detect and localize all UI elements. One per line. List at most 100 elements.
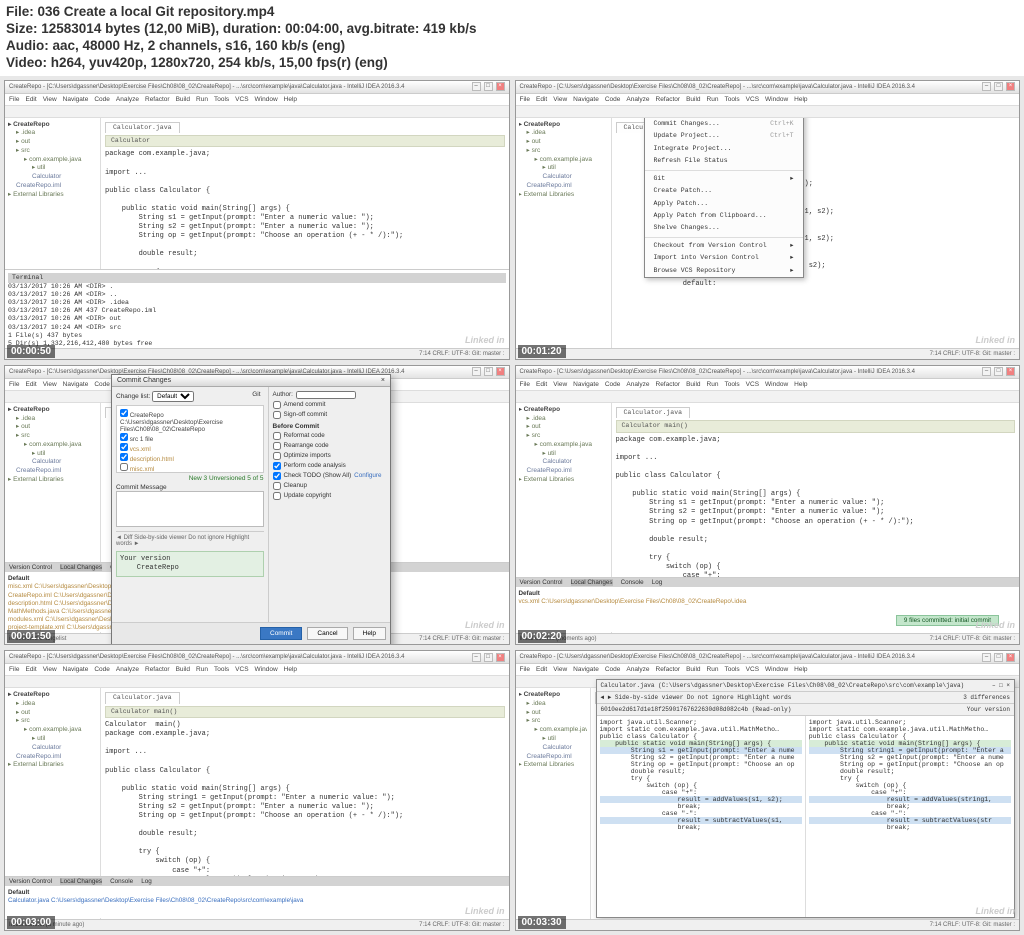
tree-item[interactable]: ▸ com.example.java <box>8 726 97 735</box>
maximize-button[interactable]: □ <box>484 653 493 662</box>
menu-item[interactable]: File <box>520 666 530 673</box>
project-tree[interactable]: ▸ CreateRepo▸ .idea▸ out▸ src▸ com.examp… <box>516 118 612 359</box>
tree-item[interactable]: ▸ External Libraries <box>519 476 608 485</box>
tree-item[interactable]: ▸ com.example.java <box>519 441 608 450</box>
tree-item[interactable]: ▸ out <box>8 709 97 718</box>
menu-item[interactable]: Build <box>686 666 700 673</box>
menu-item[interactable]: Refresh File Status <box>645 155 803 167</box>
menu-item[interactable]: Code <box>94 666 110 673</box>
menu-item[interactable]: Tools <box>724 96 739 103</box>
before-commit-option[interactable]: Rearrange code <box>273 442 386 450</box>
menu-item[interactable]: Run <box>707 96 719 103</box>
menu-item[interactable]: Navigate <box>573 381 599 388</box>
commit-file-item[interactable]: src 1 file <box>120 433 260 443</box>
vc-tab[interactable]: Console <box>110 878 133 885</box>
tree-item[interactable]: ▸ util <box>519 450 608 459</box>
commit-button[interactable]: Commit <box>260 627 302 640</box>
menu-item[interactable]: Analyze <box>116 666 139 673</box>
menu-item[interactable]: Refactor <box>145 666 170 673</box>
close-button[interactable]: × <box>496 653 505 662</box>
maximize-button[interactable]: □ <box>994 82 1003 91</box>
before-commit-option[interactable]: Optimize imports <box>273 452 386 460</box>
menu-item[interactable]: VCS <box>746 96 759 103</box>
tree-item[interactable]: ▸ External Libraries <box>8 191 97 200</box>
menu-item[interactable]: VCS <box>746 381 759 388</box>
commit-message-input[interactable] <box>116 491 264 527</box>
tree-item[interactable]: Calculator <box>8 173 97 182</box>
menu-item[interactable]: File <box>9 666 19 673</box>
tree-item[interactable]: CreateRepo.iml <box>519 467 608 476</box>
menu-item[interactable]: Update Project...Ctrl+T <box>645 130 803 142</box>
menu-item[interactable]: Window <box>765 96 788 103</box>
tree-item[interactable]: ▸ util <box>8 735 97 744</box>
tree-item[interactable]: ▸ com.example.java <box>519 726 587 735</box>
menu-item[interactable]: Checkout from Version Control▸ <box>645 240 803 252</box>
maximize-button[interactable]: □ <box>994 367 1003 376</box>
menu-item[interactable]: Refactor <box>656 381 681 388</box>
menu-item[interactable]: VCS <box>235 96 248 103</box>
commit-file-item[interactable]: vcs.xml <box>120 443 260 453</box>
menu-item[interactable]: Analyze <box>626 666 649 673</box>
menu-item[interactable]: Build <box>686 381 700 388</box>
before-commit-option[interactable]: Update copyright <box>273 492 386 500</box>
menu-item[interactable]: Code <box>94 381 110 388</box>
changelist-select[interactable]: Default <box>152 391 194 402</box>
commit-file-item[interactable]: misc.xml <box>120 463 260 473</box>
menu-item[interactable]: View <box>553 381 567 388</box>
minimize-button[interactable]: – <box>982 82 991 91</box>
tree-item[interactable]: ▸ .idea <box>8 700 97 709</box>
version-control-panel[interactable]: Version ControlLocal ChangesConsoleLog D… <box>5 876 509 918</box>
menu-item[interactable]: Analyze <box>626 381 649 388</box>
close-button[interactable]: × <box>496 367 505 376</box>
changed-file[interactable]: vcs.xml C:\Users\dgassner\Desktop\Exerci… <box>519 598 1017 606</box>
tree-item[interactable]: ▸ .idea <box>8 129 97 138</box>
menu-item[interactable]: Tools <box>214 666 229 673</box>
menu-item[interactable]: View <box>553 666 567 673</box>
before-commit-option[interactable]: Cleanup <box>273 482 386 490</box>
menu-item[interactable]: Navigate <box>63 666 89 673</box>
before-commit-option[interactable]: Reformat code <box>273 432 386 440</box>
maximize-button[interactable]: □ <box>484 82 493 91</box>
tree-item[interactable]: Calculator <box>8 744 97 753</box>
menu-item[interactable]: Run <box>196 666 208 673</box>
commit-file-list[interactable]: CreateRepo C:\Users\dgassner\Desktop\Exe… <box>116 405 264 473</box>
tree-item[interactable]: CreateRepo.iml <box>8 467 97 476</box>
tree-item[interactable]: ▸ External Libraries <box>8 761 97 770</box>
menu-item[interactable]: Integrate Project... <box>645 143 803 155</box>
menu-item[interactable]: Edit <box>536 381 547 388</box>
vc-tab[interactable]: Local Changes <box>571 579 613 586</box>
tree-item[interactable]: CreateRepo.iml <box>519 753 587 762</box>
menu-item[interactable]: Navigate <box>63 381 89 388</box>
commit-file-item[interactable]: CreateRepo C:\Users\dgassner\Desktop\Exe… <box>120 409 260 433</box>
vc-tab[interactable]: Local Changes <box>60 564 102 571</box>
diff-right-pane[interactable]: import java.util.Scanner;import static c… <box>806 716 1014 916</box>
menu-item[interactable]: VCS <box>235 666 248 673</box>
close-button[interactable]: × <box>1006 82 1015 91</box>
diff-left-pane[interactable]: import java.util.Scanner;import static c… <box>597 716 806 916</box>
tree-item[interactable]: ▸ util <box>8 164 97 173</box>
diff-close-icon[interactable]: – □ × <box>992 682 1010 689</box>
minimize-button[interactable]: – <box>982 367 991 376</box>
project-tree[interactable]: ▸ CreateRepo▸ .idea▸ out▸ src▸ com.examp… <box>516 688 591 929</box>
tree-item[interactable]: CreateRepo.iml <box>519 182 608 191</box>
tree-item[interactable]: ▸ out <box>519 138 608 147</box>
vc-tab[interactable]: Console <box>621 579 644 586</box>
menu-item[interactable]: Apply Patch from Clipboard... <box>645 210 803 222</box>
tree-item[interactable]: ▸ util <box>8 450 97 459</box>
maximize-button[interactable]: □ <box>484 367 493 376</box>
menu-item[interactable]: Shelve Changes... <box>645 222 803 234</box>
close-button[interactable]: × <box>1006 653 1015 662</box>
menu-item[interactable]: Edit <box>25 96 36 103</box>
tree-item[interactable]: Calculator <box>519 173 608 182</box>
menu-item[interactable]: Code <box>605 96 621 103</box>
menu-item[interactable]: Edit <box>536 96 547 103</box>
menu-item[interactable]: Create Patch... <box>645 185 803 197</box>
tree-item[interactable]: ▸ com.example.java <box>519 156 608 165</box>
menu-item[interactable]: Edit <box>536 666 547 673</box>
menu-item[interactable]: Window <box>765 381 788 388</box>
before-commit-option[interactable]: Check TODO (Show All) Configure <box>273 472 386 480</box>
menu-item[interactable]: Import into Version Control▸ <box>645 252 803 264</box>
menu-item[interactable]: Help <box>794 381 807 388</box>
tree-item[interactable]: ▸ External Libraries <box>519 761 587 770</box>
tree-item[interactable]: ▸ .idea <box>519 415 608 424</box>
